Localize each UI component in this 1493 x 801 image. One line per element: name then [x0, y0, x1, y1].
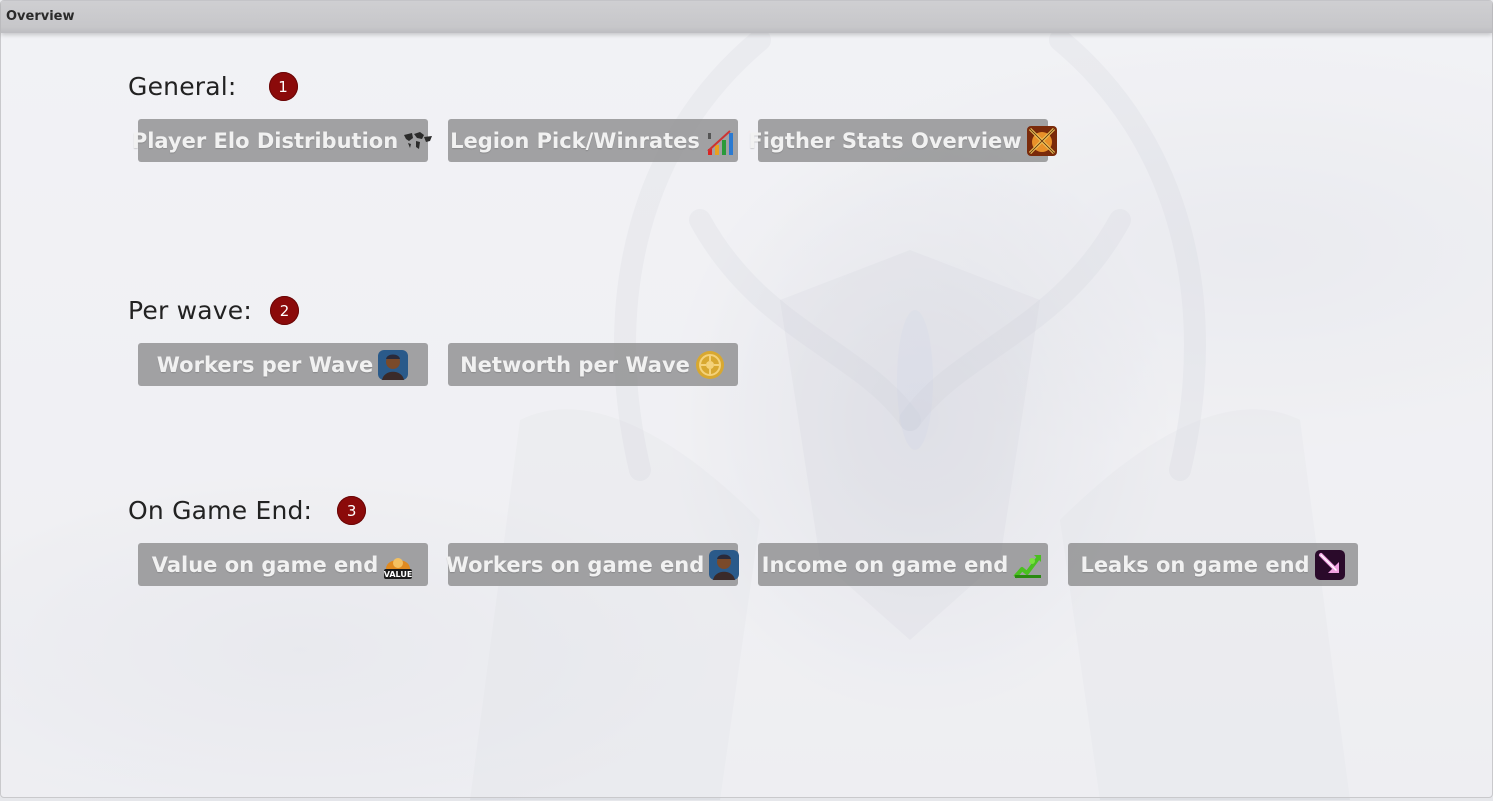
worker-portrait-icon	[709, 549, 740, 580]
leaks-on-game-end-button[interactable]: Leaks on game end	[1068, 543, 1358, 586]
networth-per-wave-button[interactable]: Networth per Wave	[448, 343, 738, 386]
section-title: On Game End:	[128, 496, 313, 525]
world-map-icon	[404, 131, 433, 149]
section-number-badge: 3	[337, 496, 367, 525]
income-on-game-end-button[interactable]: Income on game end	[758, 543, 1048, 586]
button-label: Value on game end	[151, 552, 379, 577]
window-title: Overview	[6, 9, 75, 24]
button-label: Workers on game end	[445, 552, 705, 577]
section-number-badge: 2	[269, 296, 299, 325]
section-per-wave: Per wave: 2	[128, 296, 299, 325]
section-general: General: 1	[128, 72, 298, 101]
gold-coin-icon	[695, 350, 724, 379]
button-label: Income on game end	[761, 552, 1009, 577]
section-number-badge: 1	[268, 72, 298, 101]
workers-per-wave-button[interactable]: Workers per Wave	[138, 343, 428, 386]
button-label: Figther Stats Overview	[748, 128, 1022, 153]
workers-on-game-end-button[interactable]: Workers on game end	[445, 543, 740, 586]
button-label: Player Elo Distribution	[131, 128, 399, 153]
value-badge-icon: VALUE	[384, 557, 413, 579]
button-label: Workers per Wave	[156, 352, 374, 377]
button-label: Leaks on game end	[1080, 552, 1310, 577]
section-title: Per wave:	[128, 296, 252, 325]
fighter-stats-overview-button[interactable]: Figther Stats Overview	[748, 119, 1057, 162]
income-growth-icon	[1013, 554, 1042, 578]
bar-chart-icon	[707, 129, 733, 155]
player-elo-distribution-button[interactable]: Player Elo Distribution	[132, 119, 433, 162]
worker-portrait-icon	[378, 349, 409, 380]
leak-arrow-icon	[1314, 549, 1345, 580]
legion-pick-winrates-button[interactable]: Legion Pick/Winrates	[448, 119, 738, 162]
value-on-game-end-button[interactable]: Value on game end VALUE	[138, 543, 428, 586]
button-label: Legion Pick/Winrates	[450, 128, 700, 153]
section-on-game-end: On Game End: 3	[128, 496, 367, 525]
value-icon-text: VALUE	[384, 570, 413, 579]
crossed-swords-icon	[1026, 125, 1057, 156]
title-bar[interactable]: Overview	[1, 1, 1492, 33]
button-label: Networth per Wave	[460, 352, 690, 377]
section-title: General:	[128, 72, 237, 101]
